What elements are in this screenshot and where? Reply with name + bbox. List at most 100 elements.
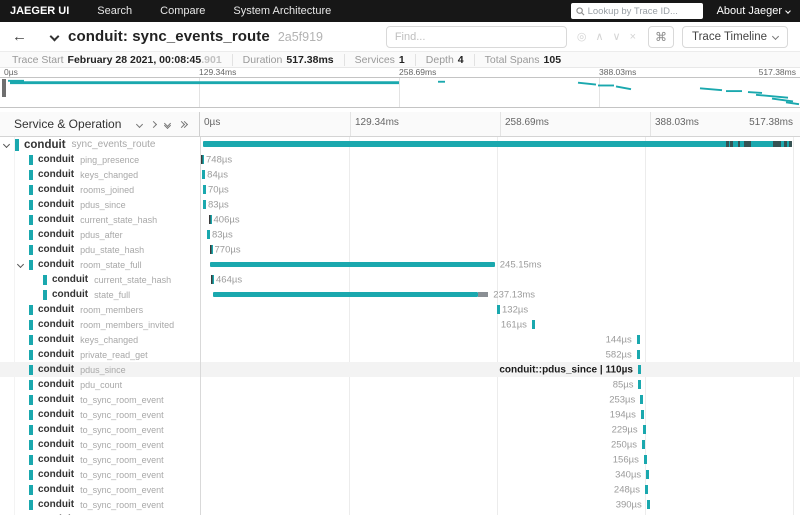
span-tick[interactable] (640, 410, 644, 419)
span-row: conduit to_sync_room_event 250µs (0, 437, 800, 452)
span-name-cell[interactable]: conduit keys_changed (0, 332, 200, 347)
span-tick[interactable] (201, 155, 204, 164)
find-input[interactable] (385, 25, 567, 48)
span-tick[interactable] (203, 185, 206, 194)
trace-id-short: 2a5f919 (277, 29, 324, 44)
span-name-cell[interactable]: conduit state_full (0, 287, 200, 302)
span-name-cell[interactable]: conduit pdus_after (0, 227, 200, 242)
span-tick[interactable] (642, 440, 646, 449)
service-color-accent (29, 259, 33, 270)
service-color-accent (29, 304, 33, 315)
collapse-all-icon[interactable] (163, 119, 172, 129)
span-name-cell[interactable]: conduit to_sync_room_event (0, 467, 200, 482)
span-name-cell[interactable]: conduit pdu_state_hash (0, 242, 200, 257)
span-tick[interactable] (643, 455, 647, 464)
collapse-trace-chevron-icon[interactable] (49, 31, 60, 42)
span-name-cell[interactable]: conduit keys_changed (0, 167, 200, 182)
span-name-cell[interactable]: conduit ping_presence (0, 152, 200, 167)
span-tick[interactable] (497, 305, 500, 314)
jaeger-logo[interactable]: JAEGER UI (10, 5, 69, 17)
span-name-cell[interactable]: conduit pdus_since (0, 362, 200, 377)
match-icon[interactable]: ◎ (577, 30, 587, 43)
span-tick[interactable] (646, 470, 650, 479)
span-duration-label: 770µs (214, 244, 241, 255)
span-bar[interactable] (213, 292, 479, 297)
span-name-cell[interactable]: conduit to_sync_room_event (0, 482, 200, 497)
operation-name: keys_changed (80, 334, 139, 345)
service-name: conduit (38, 184, 75, 195)
span-name-cell[interactable]: conduit to_sync_room_event (0, 422, 200, 437)
trace-id-lookup[interactable] (570, 3, 703, 19)
span-name-cell[interactable]: conduit to_sync_room_event (0, 407, 200, 422)
span-row: conduit pdu_count 85µs (0, 377, 800, 392)
clear-find-icon[interactable]: × (630, 31, 636, 43)
span-tick[interactable] (209, 245, 213, 254)
back-arrow-button[interactable]: ← (12, 28, 27, 45)
next-result-icon[interactable]: ∨ (613, 30, 621, 43)
service-name: conduit (38, 484, 75, 495)
service-operation-header: Service & Operation (14, 117, 122, 131)
nav-link-system-architecture[interactable]: System Architecture (233, 5, 331, 17)
span-tick[interactable] (637, 365, 641, 374)
span-name-cell[interactable]: conduit to_sync_room_event (0, 437, 200, 452)
span-name-cell[interactable]: conduit sync_events_route (0, 137, 200, 152)
minimap-canvas[interactable] (0, 77, 800, 108)
nav-link-compare[interactable]: Compare (160, 5, 205, 17)
span-name-cell[interactable]: conduit pdus_since (0, 197, 200, 212)
expand-one-icon[interactable] (149, 120, 158, 128)
minimap-drag-handle[interactable] (2, 79, 6, 97)
operation-name: pdus_since (80, 364, 126, 375)
trace-id-lookup-input[interactable] (587, 5, 698, 17)
span-tick[interactable] (208, 215, 212, 224)
service-name: conduit (38, 499, 75, 510)
span-tick[interactable] (211, 275, 214, 284)
trace-minimap[interactable]: 0µs 129.34ms 258.69ms 388.03ms 517.38ms (0, 68, 800, 112)
span-row: conduit to_sync_room_event 390µs (0, 497, 800, 512)
span-tick[interactable] (202, 170, 206, 179)
span-name-cell[interactable]: conduit room_members (0, 302, 200, 317)
span-row: conduit pdus_since conduit::pdus_since | 1… (0, 362, 800, 377)
span-timeline-cell: 770µs (201, 242, 793, 257)
service-name: conduit (38, 259, 75, 270)
prev-result-icon[interactable]: ∧ (595, 30, 603, 43)
span-name-cell[interactable]: conduit rooms_joined (0, 182, 200, 197)
span-name-cell[interactable]: conduit current_state_hash (0, 272, 200, 287)
span-tick[interactable] (531, 320, 535, 329)
service-color-accent (29, 379, 33, 390)
collapse-one-icon[interactable] (135, 120, 144, 128)
service-name: conduit (38, 334, 75, 345)
span-tick[interactable] (636, 350, 640, 359)
service-color-accent (29, 229, 33, 240)
about-jaeger-menu[interactable]: About Jaeger (717, 5, 791, 17)
span-name-cell[interactable]: conduit to_sync_room_event (0, 392, 200, 407)
trace-view-select[interactable]: Trace Timeline (682, 25, 788, 48)
span-row: conduit to_sync_room_event 194µs (0, 407, 800, 422)
operation-name: current_state_hash (94, 274, 172, 285)
span-tick[interactable] (636, 335, 640, 344)
span-tick[interactable] (638, 380, 642, 389)
span-name-cell[interactable]: conduit to_sync_room_event (0, 452, 200, 467)
span-tick[interactable] (646, 500, 650, 509)
expand-all-icon[interactable] (177, 120, 189, 128)
span-name-cell[interactable]: conduit room_members_invited (0, 317, 200, 332)
span-name-cell[interactable]: conduit room_state_full (0, 257, 200, 272)
nav-link-search[interactable]: Search (97, 5, 132, 17)
span-overlap-segment (478, 292, 489, 297)
service-color-accent (15, 138, 19, 151)
span-self-time-mark (789, 141, 793, 147)
span-bar[interactable] (202, 141, 792, 147)
span-tick[interactable] (640, 395, 644, 404)
span-tick[interactable] (645, 485, 648, 494)
span-bar[interactable] (209, 262, 495, 267)
span-name-cell[interactable]: conduit to_sync_room_event (0, 497, 200, 512)
span-tick[interactable] (206, 230, 210, 239)
span-timeline-cell: 70µs (201, 182, 793, 197)
keyboard-shortcuts-button[interactable]: ⌘ (648, 25, 674, 48)
span-tick[interactable] (203, 200, 206, 209)
span-name-cell[interactable]: conduit current_state_hash (0, 212, 200, 227)
service-color-accent (29, 364, 33, 375)
span-tick[interactable] (642, 425, 646, 434)
span-name-cell[interactable]: conduit private_read_get (0, 347, 200, 362)
service-name: conduit (38, 439, 75, 450)
span-name-cell[interactable]: conduit pdu_count (0, 377, 200, 392)
